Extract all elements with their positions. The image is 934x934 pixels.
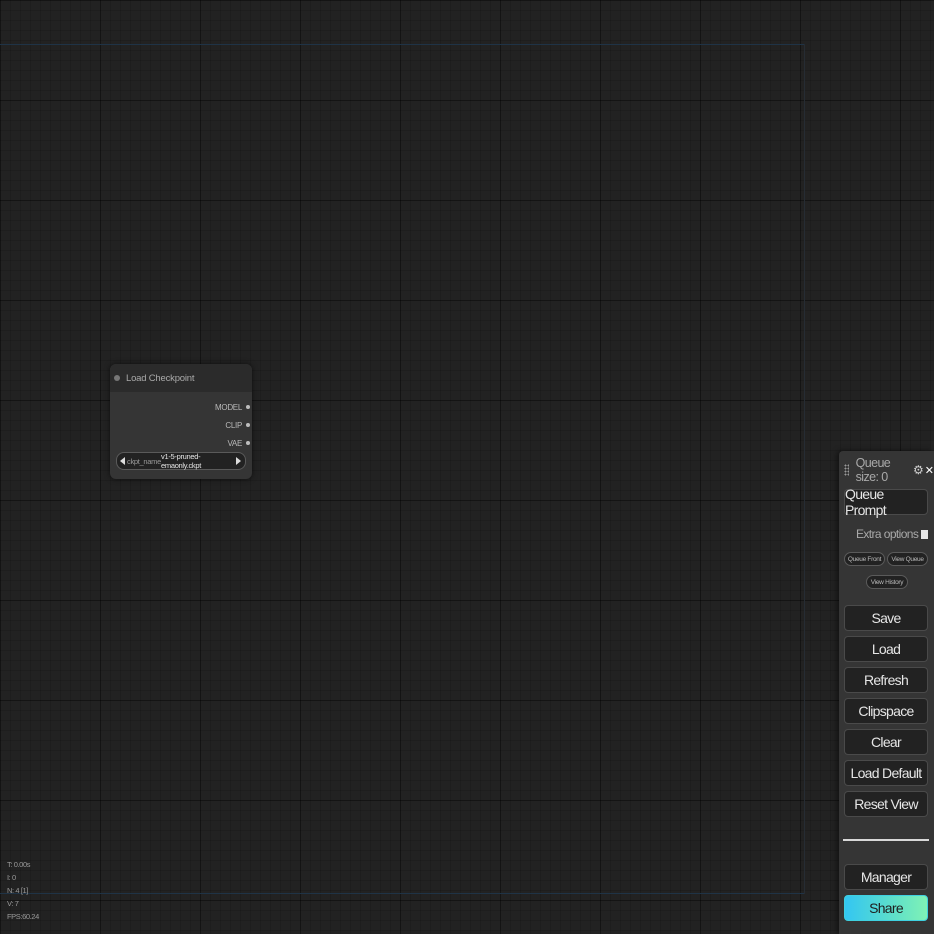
- stat-v: V: 7: [7, 899, 19, 908]
- clipspace-button[interactable]: Clipspace: [844, 698, 928, 724]
- graph-canvas[interactable]: Load Checkpoint MODEL CLIP VAE ckpt_name…: [0, 0, 934, 934]
- close-icon[interactable]: ✕: [925, 464, 934, 477]
- canvas-bottom-guide: [0, 893, 804, 894]
- render-stats: T: 0.00s I: 0 N: 4 [1] V: 7 FPS:60.24: [7, 858, 39, 923]
- clear-button[interactable]: Clear: [844, 729, 928, 755]
- stat-nodes: N: 4 [1]: [7, 886, 28, 895]
- load-default-button[interactable]: Load Default: [844, 760, 928, 786]
- node-title: Load Checkpoint: [126, 372, 195, 384]
- combo-value: v1-5-pruned-emaonly.ckpt: [161, 452, 202, 470]
- canvas-right-guide: [804, 44, 805, 894]
- share-button[interactable]: Share: [844, 895, 928, 921]
- node-collapse-dot-icon[interactable]: [114, 375, 120, 381]
- combo-next-arrow-icon[interactable]: [236, 457, 241, 465]
- output-dot-icon[interactable]: [246, 405, 250, 409]
- output-label-clip: CLIP: [225, 420, 242, 430]
- manager-button[interactable]: Manager: [844, 864, 928, 890]
- view-history-button[interactable]: View History: [866, 575, 908, 589]
- output-slot-vae[interactable]: VAE: [227, 434, 250, 452]
- node-title-bar[interactable]: Load Checkpoint: [110, 364, 252, 392]
- extra-options-checkbox[interactable]: [921, 529, 929, 539]
- comfy-menu: Queue size: 0 ⚙ ✕ Queue Prompt Extra opt…: [839, 451, 934, 934]
- refresh-button[interactable]: Refresh: [844, 667, 928, 693]
- reset-view-button[interactable]: Reset View: [844, 791, 928, 817]
- output-label-model: MODEL: [215, 402, 242, 412]
- stat-time: T: 0.00s: [7, 860, 31, 869]
- save-button[interactable]: Save: [844, 605, 928, 631]
- queue-size-label: Queue size: 0: [855, 456, 891, 484]
- combo-prev-arrow-icon[interactable]: [120, 457, 125, 465]
- combo-label: ckpt_name: [127, 456, 161, 466]
- output-label-vae: VAE: [227, 438, 242, 448]
- load-button[interactable]: Load: [844, 636, 928, 662]
- stat-fps: FPS:60.24: [7, 912, 39, 921]
- menu-divider: [843, 839, 929, 841]
- extra-options-toggle[interactable]: Extra options: [856, 527, 929, 541]
- node-outputs: MODEL CLIP VAE: [215, 398, 250, 452]
- queue-prompt-button[interactable]: Queue Prompt: [844, 486, 928, 518]
- output-slot-model[interactable]: MODEL: [215, 398, 250, 416]
- drag-handle-icon[interactable]: [844, 464, 849, 476]
- canvas-top-guide: [0, 44, 804, 45]
- queue-front-button[interactable]: Queue Front: [844, 552, 885, 566]
- output-slot-clip[interactable]: CLIP: [225, 416, 250, 434]
- stat-i: I: 0: [7, 873, 16, 882]
- gear-icon[interactable]: ⚙: [913, 463, 924, 477]
- ckpt-name-combo[interactable]: ckpt_name v1-5-pruned-emaonly.ckpt: [116, 452, 246, 470]
- output-dot-icon[interactable]: [246, 441, 250, 445]
- extra-options-label: Extra options: [856, 527, 919, 541]
- load-checkpoint-node[interactable]: Load Checkpoint MODEL CLIP VAE ckpt_name…: [110, 364, 252, 479]
- output-dot-icon[interactable]: [246, 423, 250, 427]
- view-queue-button[interactable]: View Queue: [887, 552, 928, 566]
- menu-header: Queue size: 0 ⚙ ✕: [839, 456, 934, 484]
